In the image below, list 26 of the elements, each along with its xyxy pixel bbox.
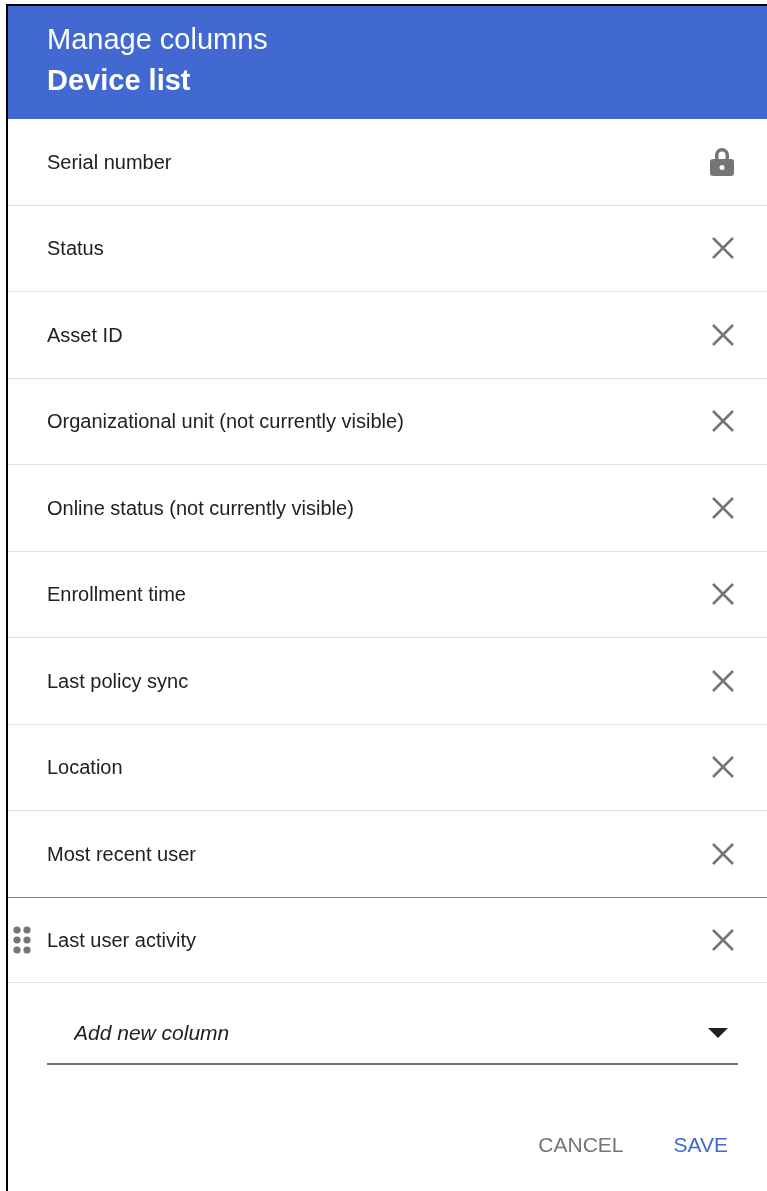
close-icon[interactable] — [711, 582, 735, 607]
close-icon[interactable] — [711, 495, 735, 520]
column-label: Enrollment time — [47, 582, 187, 608]
close-icon[interactable] — [711, 927, 735, 952]
drag-handle-icon[interactable] — [13, 925, 31, 954]
lock-icon — [709, 146, 735, 177]
column-label: Online status (not currently visible) — [47, 495, 355, 521]
column-label: Most recent user — [47, 841, 197, 867]
close-icon[interactable] — [711, 755, 735, 780]
column-label: Location — [47, 755, 124, 781]
dropdown-caret-icon[interactable] — [708, 1028, 728, 1038]
column-label: Organizational unit (not currently visible) — [47, 409, 405, 435]
close-icon[interactable] — [711, 668, 735, 693]
cancel-button[interactable]: CANCEL — [538, 1129, 624, 1161]
close-icon[interactable] — [711, 236, 735, 261]
dialog-subtitle: Device list — [47, 63, 192, 98]
column-label: Serial number — [47, 149, 173, 175]
dialog-title: Manage columns — [47, 22, 269, 57]
close-icon[interactable] — [711, 322, 735, 347]
save-button[interactable]: SAVE — [673, 1129, 728, 1161]
close-icon[interactable] — [711, 409, 735, 434]
column-label: Last policy sync — [47, 668, 190, 694]
close-icon[interactable] — [711, 841, 735, 866]
column-label: Last user activity — [47, 927, 197, 953]
column-label: Status — [47, 236, 105, 262]
column-label: Asset ID — [47, 322, 124, 348]
